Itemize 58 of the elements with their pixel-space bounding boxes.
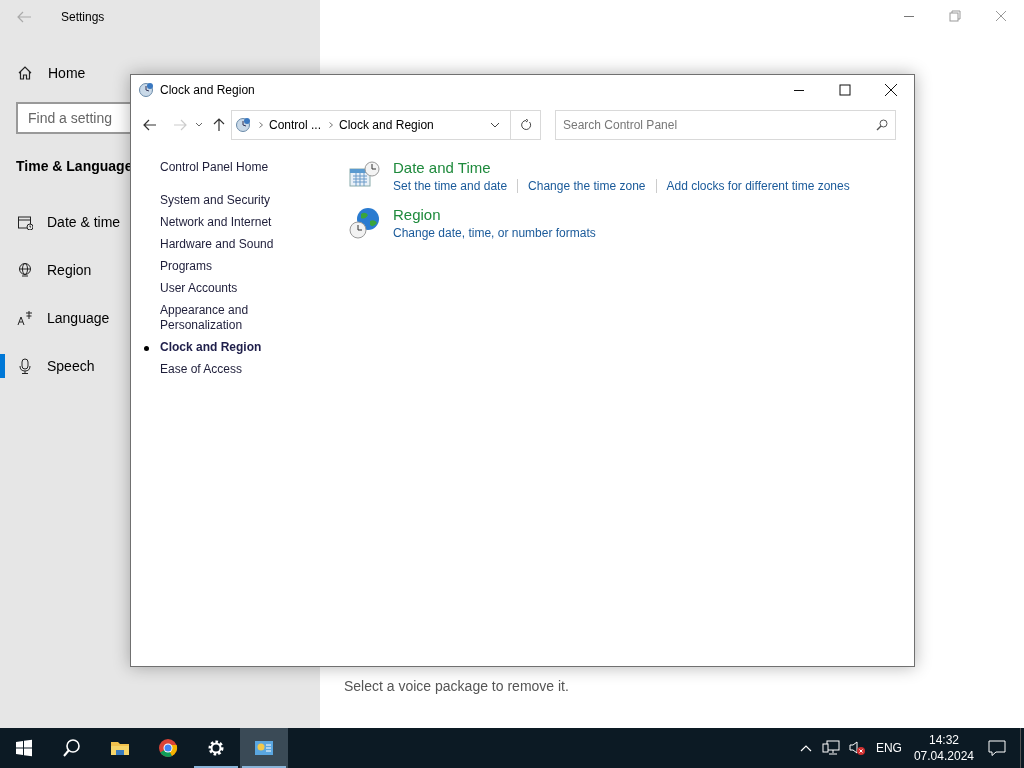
minimize-icon (794, 89, 804, 91)
task-link[interactable]: Add clocks for different time zones (666, 177, 850, 195)
minimize-icon (904, 15, 914, 17)
breadcrumb-item[interactable]: Clock and Region (339, 116, 434, 134)
nav-item[interactable]: Region (47, 259, 92, 281)
calendar-icon (17, 214, 33, 230)
globe-clock-icon[interactable] (349, 207, 381, 239)
network-icon[interactable] (821, 740, 840, 756)
refresh-icon[interactable] (519, 119, 532, 131)
window-title: Settings (61, 9, 105, 26)
bullet-icon (144, 346, 149, 351)
nav-link[interactable]: Ease of Access (160, 362, 285, 377)
address-bar[interactable]: Control ... Clock and Region (231, 110, 541, 140)
window-title: Clock and Region (160, 82, 255, 99)
search-icon (62, 738, 82, 758)
task-link[interactable]: Change the time zone (528, 177, 646, 195)
notification-icon[interactable] (988, 739, 1006, 757)
control-panel-icon (138, 82, 154, 98)
nav-link[interactable]: Programs (160, 259, 285, 274)
language-icon (17, 310, 33, 326)
windows-icon (14, 738, 34, 758)
section-heading: Time & Language (16, 157, 133, 176)
nav-link[interactable]: Appearance and Personalization (160, 303, 285, 333)
nav-link[interactable]: User Accounts (160, 281, 285, 296)
search-icon (876, 119, 888, 131)
nav-link[interactable]: Network and Internet (160, 215, 285, 230)
control-panel-icon (254, 738, 274, 758)
browser-icon (158, 738, 178, 758)
language-indicator[interactable]: ENG (875, 739, 902, 757)
nav-link[interactable]: System and Security (160, 193, 285, 208)
dropdown-icon[interactable] (490, 122, 500, 128)
chevron-up-icon[interactable] (799, 744, 812, 752)
nav-link[interactable]: Control Panel Home (160, 158, 269, 176)
gear-icon (206, 738, 226, 758)
task-link[interactable]: Set the time and date (393, 177, 508, 195)
category-link[interactable]: Region (393, 205, 441, 224)
control-panel-icon (235, 117, 251, 133)
category-link[interactable]: Date and Time (393, 158, 491, 177)
nav-link[interactable]: Clock and Region (160, 340, 285, 355)
dropdown-icon[interactable] (195, 122, 203, 128)
microphone-icon (17, 358, 33, 374)
nav-item[interactable]: Language (47, 307, 110, 329)
muted-speaker-icon[interactable] (847, 740, 866, 756)
chevron-icon (329, 122, 334, 128)
hint-text: Select a voice package to remove it. (344, 677, 569, 696)
globe-icon (17, 262, 33, 278)
task-link[interactable]: Change date, time, or number formats (393, 224, 596, 242)
chevron-icon (259, 122, 263, 128)
nav-item[interactable]: Date & time (47, 211, 121, 233)
search-field[interactable]: Search Control Panel (555, 110, 896, 140)
nav-item[interactable]: Speech (47, 355, 95, 377)
home-icon (17, 65, 33, 81)
nav-link[interactable]: Hardware and Sound (160, 237, 285, 252)
breadcrumb-item[interactable]: Control ... (269, 116, 322, 134)
clock[interactable]: 14:32 07.04.2024 (913, 732, 974, 764)
back-icon[interactable] (143, 119, 157, 131)
up-icon[interactable] (213, 118, 225, 132)
home-link[interactable]: Home (48, 62, 86, 84)
